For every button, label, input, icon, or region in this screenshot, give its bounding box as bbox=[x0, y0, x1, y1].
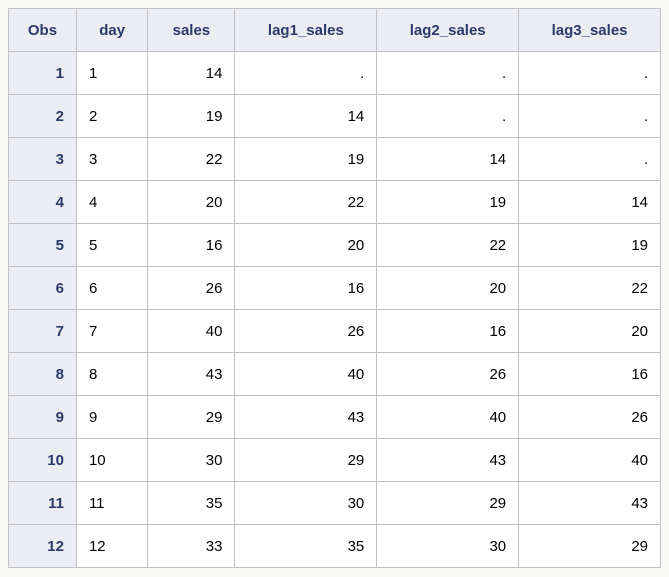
cell-lag1: 26 bbox=[235, 310, 377, 353]
cell-lag1: 20 bbox=[235, 224, 377, 267]
cell-sales: 40 bbox=[148, 310, 235, 353]
table-row: 8843402616 bbox=[9, 353, 661, 396]
cell-lag1: 22 bbox=[235, 181, 377, 224]
cell-lag2: 43 bbox=[377, 439, 519, 482]
cell-lag3: 16 bbox=[519, 353, 661, 396]
cell-lag1: 35 bbox=[235, 525, 377, 568]
cell-lag1: 29 bbox=[235, 439, 377, 482]
cell-lag3: . bbox=[519, 95, 661, 138]
cell-day: 9 bbox=[76, 396, 147, 439]
table-row: 121233353029 bbox=[9, 525, 661, 568]
col-header-sales: sales bbox=[148, 9, 235, 52]
cell-lag1: 40 bbox=[235, 353, 377, 396]
cell-obs: 10 bbox=[9, 439, 77, 482]
cell-lag2: 30 bbox=[377, 525, 519, 568]
col-header-lag2: lag2_sales bbox=[377, 9, 519, 52]
cell-sales: 33 bbox=[148, 525, 235, 568]
cell-sales: 26 bbox=[148, 267, 235, 310]
cell-lag2: 16 bbox=[377, 310, 519, 353]
data-table: Obs day sales lag1_sales lag2_sales lag3… bbox=[8, 8, 661, 568]
cell-lag3: 43 bbox=[519, 482, 661, 525]
cell-day: 12 bbox=[76, 525, 147, 568]
cell-sales: 16 bbox=[148, 224, 235, 267]
cell-day: 11 bbox=[76, 482, 147, 525]
cell-obs: 6 bbox=[9, 267, 77, 310]
cell-lag3: . bbox=[519, 138, 661, 181]
cell-lag1: 30 bbox=[235, 482, 377, 525]
col-header-day: day bbox=[76, 9, 147, 52]
table-row: 5516202219 bbox=[9, 224, 661, 267]
cell-day: 2 bbox=[76, 95, 147, 138]
cell-obs: 3 bbox=[9, 138, 77, 181]
cell-obs: 8 bbox=[9, 353, 77, 396]
header-row: Obs day sales lag1_sales lag2_sales lag3… bbox=[9, 9, 661, 52]
cell-obs: 11 bbox=[9, 482, 77, 525]
cell-lag3: 20 bbox=[519, 310, 661, 353]
cell-lag1: 16 bbox=[235, 267, 377, 310]
cell-lag2: 40 bbox=[377, 396, 519, 439]
cell-lag3: 40 bbox=[519, 439, 661, 482]
cell-day: 10 bbox=[76, 439, 147, 482]
cell-lag3: 14 bbox=[519, 181, 661, 224]
cell-day: 7 bbox=[76, 310, 147, 353]
cell-sales: 35 bbox=[148, 482, 235, 525]
table-row: 221914.. bbox=[9, 95, 661, 138]
cell-lag2: 22 bbox=[377, 224, 519, 267]
cell-sales: 22 bbox=[148, 138, 235, 181]
table-row: 4420221914 bbox=[9, 181, 661, 224]
cell-sales: 30 bbox=[148, 439, 235, 482]
cell-day: 4 bbox=[76, 181, 147, 224]
cell-lag1: 19 bbox=[235, 138, 377, 181]
cell-obs: 2 bbox=[9, 95, 77, 138]
cell-obs: 5 bbox=[9, 224, 77, 267]
cell-lag3: . bbox=[519, 52, 661, 95]
cell-lag2: 20 bbox=[377, 267, 519, 310]
table-row: 6626162022 bbox=[9, 267, 661, 310]
table-row: 111135302943 bbox=[9, 482, 661, 525]
cell-lag1: 14 bbox=[235, 95, 377, 138]
cell-obs: 4 bbox=[9, 181, 77, 224]
cell-lag1: . bbox=[235, 52, 377, 95]
cell-lag2: 14 bbox=[377, 138, 519, 181]
cell-day: 6 bbox=[76, 267, 147, 310]
cell-lag2: 19 bbox=[377, 181, 519, 224]
cell-sales: 19 bbox=[148, 95, 235, 138]
cell-lag2: . bbox=[377, 95, 519, 138]
cell-sales: 43 bbox=[148, 353, 235, 396]
cell-lag3: 29 bbox=[519, 525, 661, 568]
table-row: 1114... bbox=[9, 52, 661, 95]
table-row: 9929434026 bbox=[9, 396, 661, 439]
cell-sales: 29 bbox=[148, 396, 235, 439]
cell-obs: 9 bbox=[9, 396, 77, 439]
cell-obs: 7 bbox=[9, 310, 77, 353]
cell-lag3: 26 bbox=[519, 396, 661, 439]
cell-day: 5 bbox=[76, 224, 147, 267]
cell-lag3: 19 bbox=[519, 224, 661, 267]
table-row: 101030294340 bbox=[9, 439, 661, 482]
table-row: 33221914. bbox=[9, 138, 661, 181]
cell-obs: 12 bbox=[9, 525, 77, 568]
cell-sales: 14 bbox=[148, 52, 235, 95]
cell-lag1: 43 bbox=[235, 396, 377, 439]
cell-lag2: . bbox=[377, 52, 519, 95]
cell-lag2: 26 bbox=[377, 353, 519, 396]
cell-day: 3 bbox=[76, 138, 147, 181]
col-header-lag3: lag3_sales bbox=[519, 9, 661, 52]
cell-sales: 20 bbox=[148, 181, 235, 224]
col-header-lag1: lag1_sales bbox=[235, 9, 377, 52]
cell-lag3: 22 bbox=[519, 267, 661, 310]
cell-day: 8 bbox=[76, 353, 147, 396]
cell-obs: 1 bbox=[9, 52, 77, 95]
cell-lag2: 29 bbox=[377, 482, 519, 525]
table-row: 7740261620 bbox=[9, 310, 661, 353]
cell-day: 1 bbox=[76, 52, 147, 95]
col-header-obs: Obs bbox=[9, 9, 77, 52]
